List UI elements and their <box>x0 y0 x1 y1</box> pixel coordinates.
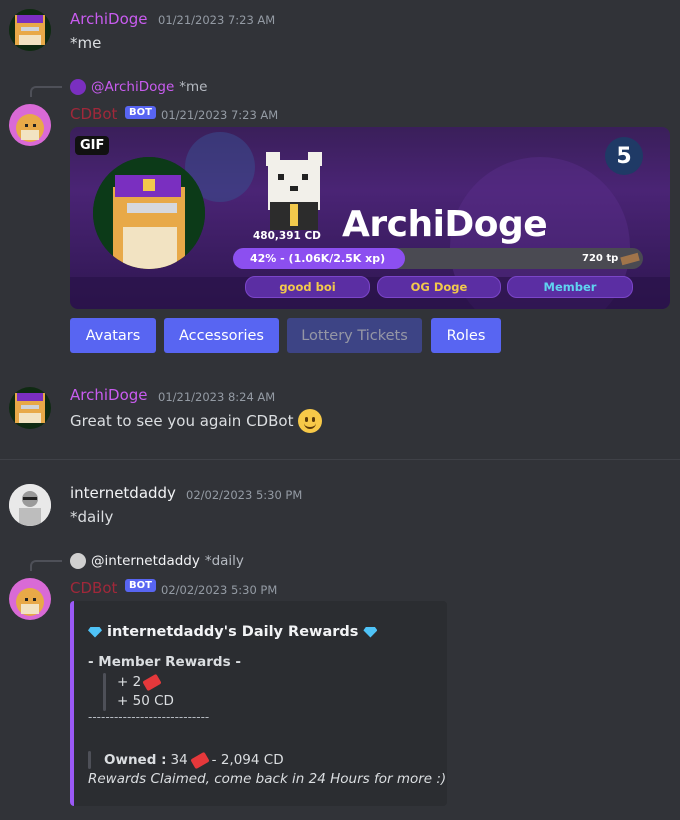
avatars-button[interactable]: Avatars <box>70 318 156 353</box>
divider <box>0 459 680 460</box>
role-pill-member: Member <box>507 276 633 298</box>
author-name[interactable]: ArchiDoge <box>70 10 148 28</box>
tp-text: 720 tp <box>582 253 619 264</box>
gem-icon <box>363 626 378 638</box>
bot-badge: BOT <box>125 579 156 592</box>
divider-text: ---------------------------- <box>88 710 210 724</box>
roles-button[interactable]: Roles <box>431 318 501 353</box>
plank-icon <box>620 252 641 265</box>
xp-progress-text: 42% - (1.06K/2.5K xp) <box>250 252 386 265</box>
quote-bar <box>88 751 91 769</box>
timestamp: 02/02/2023 5:30 PM <box>186 488 303 502</box>
author-name[interactable]: internetdaddy <box>70 484 176 502</box>
balance-text: 480,391 CD <box>253 230 321 242</box>
reply-preview[interactable]: @internetdaddy *daily <box>70 553 244 569</box>
message-text: *daily <box>70 508 114 526</box>
quote-bar <box>103 673 106 711</box>
gem-icon <box>88 626 102 638</box>
author-name[interactable]: CDBot <box>70 105 117 123</box>
card-username: ArchiDoge <box>342 204 548 245</box>
timestamp: 02/02/2023 5:30 PM <box>161 583 278 597</box>
level-badge: 5 <box>605 137 643 175</box>
doge-sprite <box>262 152 326 230</box>
reply-preview[interactable]: @ArchiDoge *me <box>70 79 207 95</box>
message-text: Great to see you again CDBot <box>70 412 294 430</box>
embed-title: internetdaddy's Daily Rewards <box>88 624 378 640</box>
owned-tickets: 34 <box>170 752 188 768</box>
accessories-button[interactable]: Accessories <box>164 318 279 353</box>
reply-text: *daily <box>204 553 244 569</box>
reply-avatar <box>70 553 86 569</box>
timestamp: 01/21/2023 7:23 AM <box>158 13 276 27</box>
owned-label: Owned : <box>104 752 167 768</box>
reward-tickets: + 2 <box>117 673 162 691</box>
lottery-tickets-button[interactable]: Lottery Tickets <box>287 318 422 353</box>
reply-connector <box>30 86 62 97</box>
archidoge-avatar[interactable] <box>9 9 51 51</box>
reward-cd: + 50 CD <box>117 693 174 709</box>
author-name[interactable]: CDBot <box>70 579 117 597</box>
message-text: *me <box>70 34 102 52</box>
role-pill-good-boi: good boi <box>245 276 370 298</box>
embed-footer-text: Rewards Claimed, come back in 24 Hours f… <box>88 771 447 787</box>
reward-tickets-text: + 2 <box>117 674 142 690</box>
tp-display: 720 tp <box>582 252 641 265</box>
reply-avatar <box>70 79 86 95</box>
owned-line: Owned : 34 - 2,094 CD <box>104 751 284 769</box>
reply-author[interactable]: @ArchiDoge <box>91 79 174 95</box>
gif-badge: GIF <box>75 136 110 155</box>
role-pill-og-doge: OG Doge <box>377 276 501 298</box>
ticket-icon <box>142 673 162 691</box>
cdbot-avatar[interactable] <box>9 578 51 620</box>
slight-smile-emoji <box>298 409 323 433</box>
timestamp: 01/21/2023 7:23 AM <box>161 108 279 122</box>
ticket-icon <box>189 751 210 769</box>
archidoge-avatar[interactable] <box>9 387 51 429</box>
reply-author[interactable]: @internetdaddy <box>91 553 200 569</box>
reply-connector <box>30 560 62 571</box>
owned-cd: - 2,094 CD <box>211 752 284 768</box>
section-title: - Member Rewards - <box>88 654 241 670</box>
internetdaddy-avatar[interactable] <box>9 484 51 526</box>
card-avatar <box>93 157 205 269</box>
author-name[interactable]: ArchiDoge <box>70 386 148 404</box>
reply-text: *me <box>179 79 208 95</box>
embed-title-text: internetdaddy's Daily Rewards <box>107 624 359 640</box>
message-body: Great to see you again CDBot <box>70 409 323 433</box>
bot-badge: BOT <box>125 106 156 119</box>
timestamp: 01/21/2023 8:24 AM <box>158 390 276 404</box>
cdbot-avatar[interactable] <box>9 104 51 146</box>
